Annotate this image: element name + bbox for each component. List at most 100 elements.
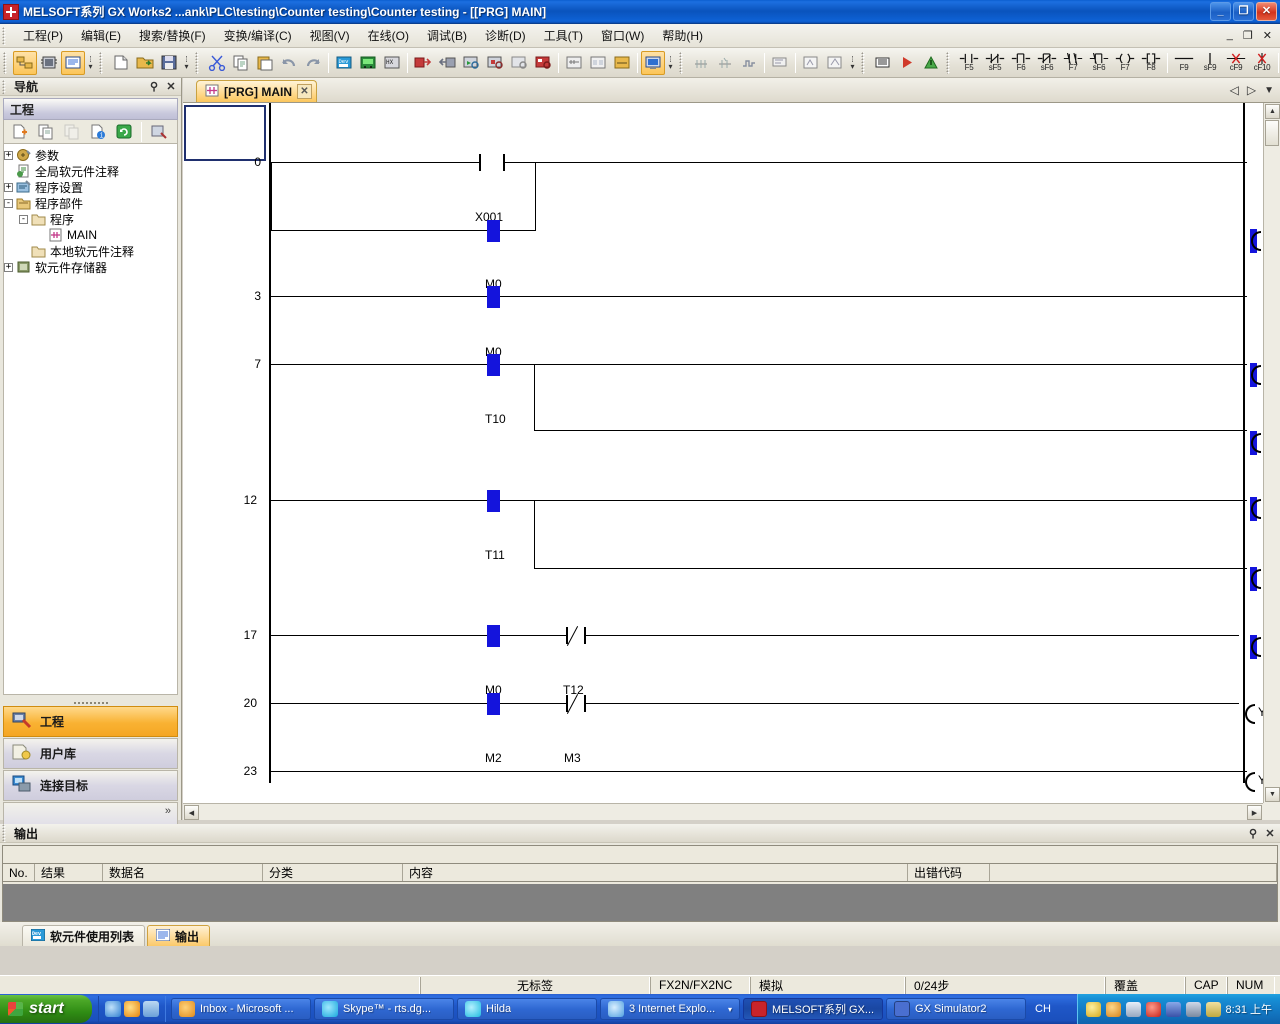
tree-item-pou[interactable]: - 程序部件 bbox=[4, 195, 177, 211]
column-header-category[interactable]: 分类 bbox=[263, 864, 403, 881]
column-header-extra[interactable] bbox=[990, 864, 1277, 881]
undo-icon[interactable] bbox=[277, 51, 301, 75]
media-player-icon[interactable] bbox=[124, 1001, 140, 1017]
column-header-result[interactable]: 结果 bbox=[35, 864, 103, 881]
tree-item-program-setting[interactable]: + 程序设置 bbox=[4, 179, 177, 195]
device-monitor-icon[interactable] bbox=[356, 51, 380, 75]
column-header-errorcode[interactable]: 出错代码 bbox=[908, 864, 990, 881]
zoom-in-icon[interactable] bbox=[799, 51, 823, 75]
monitor-write-icon[interactable] bbox=[507, 51, 531, 75]
blue-contact[interactable] bbox=[487, 490, 500, 512]
tree-item-program-folder[interactable]: - 程序 bbox=[4, 211, 177, 227]
tools-icon[interactable] bbox=[1186, 1002, 1201, 1017]
closed-branch-button[interactable]: sF6 bbox=[1034, 50, 1060, 76]
ladder-horizontal-scrollbar[interactable]: ◀ ▶ bbox=[183, 803, 1263, 820]
coil-button[interactable]: F7 bbox=[1112, 50, 1138, 76]
ladder-cursor[interactable] bbox=[184, 105, 266, 161]
minimize-button[interactable]: _ bbox=[1210, 2, 1231, 21]
open-contact-button[interactable]: F5 bbox=[956, 50, 982, 76]
read-plc-icon[interactable] bbox=[435, 51, 459, 75]
blue-contact[interactable] bbox=[487, 693, 500, 715]
network-icon[interactable] bbox=[1126, 1002, 1141, 1017]
usb-icon[interactable] bbox=[1206, 1002, 1221, 1017]
tree-item-parameter[interactable]: + 参数 bbox=[4, 147, 177, 163]
copy-data-icon[interactable] bbox=[34, 120, 58, 144]
menu-view[interactable]: 视图(V) bbox=[301, 24, 359, 47]
monitor-condition-icon[interactable] bbox=[531, 51, 555, 75]
program-check-icon[interactable] bbox=[689, 51, 713, 75]
clock[interactable]: 8:31 上午 bbox=[1226, 1001, 1272, 1017]
scroll-left-button[interactable]: ◀ bbox=[184, 805, 199, 820]
task-melsoft-gxworks2[interactable]: MELSOFT系列 GX... bbox=[743, 998, 883, 1020]
zoom-out-icon[interactable] bbox=[823, 51, 847, 75]
blue-contact[interactable] bbox=[487, 354, 500, 376]
toolbar-overflow-1[interactable]: ⁞▾ bbox=[85, 51, 96, 75]
monitor-stop-icon[interactable] bbox=[483, 51, 507, 75]
output-grid[interactable]: No. 结果 数据名 分类 内容 出错代码 bbox=[2, 845, 1278, 922]
menu-diagnostics[interactable]: 诊断(D) bbox=[476, 24, 535, 47]
project-tree[interactable]: + 参数 全局软元件注释 + 程序设置 - bbox=[3, 144, 178, 695]
toolbar-gripper-6[interactable] bbox=[946, 52, 953, 74]
horizontal-line-button[interactable]: F9 bbox=[1171, 50, 1197, 76]
debug-run-icon[interactable] bbox=[919, 51, 943, 75]
tab-prev-icon[interactable]: ◁ bbox=[1230, 83, 1239, 97]
toolbar-gripper-4[interactable] bbox=[679, 52, 686, 74]
menu-help[interactable]: 帮助(H) bbox=[653, 24, 712, 47]
scroll-up-button[interactable]: ▲ bbox=[1265, 104, 1280, 119]
copy-icon[interactable] bbox=[229, 51, 253, 75]
paste-icon[interactable] bbox=[253, 51, 277, 75]
internet-explorer-icon[interactable] bbox=[105, 1001, 121, 1017]
toolbar-overflow-2[interactable]: ⁞▾ bbox=[181, 51, 192, 75]
menu-find[interactable]: 搜索/替换(F) bbox=[130, 24, 215, 47]
close-button[interactable]: ✕ bbox=[1256, 2, 1277, 21]
ladder-vertical-scrollbar[interactable]: ▲ ▼ bbox=[1263, 103, 1280, 803]
blue-contact[interactable] bbox=[487, 286, 500, 308]
start-button[interactable]: start bbox=[0, 995, 92, 1023]
closed-contact-button[interactable]: sF5 bbox=[982, 50, 1008, 76]
delete-vertical-line-button[interactable]: cF10 bbox=[1249, 50, 1275, 76]
navigation-splitter[interactable] bbox=[3, 699, 178, 706]
device-memory-icon[interactable] bbox=[37, 51, 61, 75]
task-skype[interactable]: Skype™ - rts.dg... bbox=[314, 998, 454, 1020]
run-icon[interactable] bbox=[895, 51, 919, 75]
program-view-icon[interactable] bbox=[61, 51, 85, 75]
blue-contact[interactable] bbox=[487, 625, 500, 647]
menu-edit[interactable]: 编辑(E) bbox=[72, 24, 130, 47]
menu-online[interactable]: 在线(O) bbox=[359, 24, 418, 47]
tree-item-main[interactable]: MAIN bbox=[4, 227, 177, 243]
tree-item-global-device-comment[interactable]: 全局软元件注释 bbox=[4, 163, 177, 179]
shield-icon[interactable] bbox=[1086, 1002, 1101, 1017]
pin-icon[interactable]: ⚲ bbox=[147, 80, 161, 94]
refresh-icon[interactable] bbox=[112, 120, 136, 144]
output-rows[interactable] bbox=[3, 884, 1277, 921]
nc-contact[interactable] bbox=[566, 695, 586, 712]
open-branch-button[interactable]: F6 bbox=[1008, 50, 1034, 76]
output-gripper[interactable] bbox=[2, 824, 10, 842]
nc-contact[interactable] bbox=[566, 627, 586, 644]
pin-icon[interactable]: ⚲ bbox=[1246, 826, 1260, 840]
tab-next-icon[interactable]: ▷ bbox=[1247, 83, 1256, 97]
expander-icon[interactable]: + bbox=[4, 183, 13, 192]
task-hilda[interactable]: Hilda bbox=[457, 998, 597, 1020]
menu-window[interactable]: 窗口(W) bbox=[592, 24, 653, 47]
task-internet-explorer-group[interactable]: 3 Internet Explo... ▾ bbox=[600, 998, 740, 1020]
instruction-button[interactable]: F8 bbox=[1138, 50, 1164, 76]
pulse-falling-button[interactable]: sF6 bbox=[1086, 50, 1112, 76]
delete-horizontal-line-button[interactable]: cF9 bbox=[1223, 50, 1249, 76]
simulator-icon[interactable] bbox=[871, 51, 895, 75]
mdi-close-button[interactable]: ✕ bbox=[1263, 29, 1272, 42]
mdi-restore-button[interactable]: ❐ bbox=[1243, 29, 1253, 42]
open-icon[interactable] bbox=[133, 51, 157, 75]
column-header-no[interactable]: No. bbox=[3, 864, 35, 881]
maximize-button[interactable]: ❐ bbox=[1233, 2, 1254, 21]
close-icon[interactable]: ✕ bbox=[164, 80, 178, 94]
find-device-icon[interactable]: HX bbox=[380, 51, 404, 75]
cut-icon[interactable] bbox=[205, 51, 229, 75]
nav-view-user-library[interactable]: 用户库 bbox=[3, 738, 178, 769]
menu-project[interactable]: 工程(P) bbox=[14, 24, 72, 47]
close-icon[interactable]: ✕ bbox=[1263, 826, 1277, 840]
scroll-right-button[interactable]: ▶ bbox=[1247, 805, 1262, 820]
menu-compile[interactable]: 变换/编译(C) bbox=[215, 24, 301, 47]
sampling-trace-icon[interactable] bbox=[737, 51, 761, 75]
menu-debug[interactable]: 调试(B) bbox=[418, 24, 476, 47]
